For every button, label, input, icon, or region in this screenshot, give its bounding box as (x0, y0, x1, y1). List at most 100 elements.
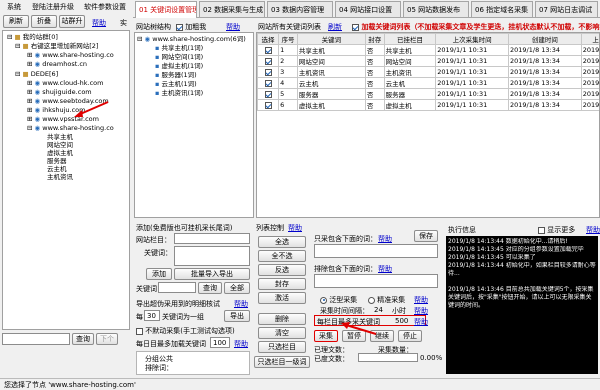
mode-exact-radio[interactable]: 精准采集 (368, 295, 405, 305)
daily-load-input[interactable]: 100 (210, 337, 230, 348)
tree-query-button[interactable]: 查询 (72, 333, 94, 345)
kw-tree-item[interactable]: ▪ 服务器(1词) (155, 71, 197, 79)
no-repeat-checkbox[interactable]: 不默动采集(手工测试勾选项) (136, 326, 235, 336)
delete-button[interactable]: 删除 (258, 313, 306, 325)
tree-site-selected[interactable]: ⊟ ◉ www.share-hosting.co (27, 124, 114, 132)
row-checkbox[interactable] (265, 69, 272, 76)
tree-site[interactable]: ⊞ ◉ dreamhost.cn (27, 60, 87, 68)
select-column-level1-button[interactable]: 只选栏目一级词 (254, 356, 310, 368)
kw-tree-item[interactable]: ▪ 虚拟主机(1词) (155, 62, 203, 70)
col-index[interactable]: 序号 (279, 34, 298, 45)
refresh-button[interactable]: 刷新 (3, 15, 29, 28)
tree-column[interactable]: 服务器 (47, 157, 67, 165)
invert-select-button[interactable]: 反选 (258, 264, 306, 276)
tree-site[interactable]: ⊞ ◉ www.share-hosting.co (27, 51, 114, 59)
tree-column[interactable]: 共享主机 (47, 133, 73, 141)
keyword-search-input[interactable] (158, 282, 196, 293)
kw-refresh-link[interactable]: 刷新 (328, 22, 342, 32)
row-checkbox[interactable] (265, 102, 272, 109)
tree-next-button[interactable]: 下个 (96, 333, 118, 345)
include-help-link[interactable]: 帮助 (378, 234, 392, 244)
left-help-link[interactable]: 帮助 (92, 18, 106, 28)
daily-collect-value[interactable]: 500 (395, 317, 408, 325)
col-column[interactable]: 已挂栏目 (384, 34, 436, 45)
all-button[interactable]: 全部 (224, 282, 250, 294)
add-button[interactable]: 添加 (146, 268, 172, 280)
table-row[interactable]: 6虚拟主机否虚拟主机2019/1/1 10:312019/1/8 13:3420… (258, 100, 600, 111)
tab-content[interactable]: 03 数据内容管理 (267, 1, 333, 17)
kw-tree-item[interactable]: ▪ 共享主机(1词) (155, 44, 203, 52)
mode-help-link[interactable]: 帮助 (414, 295, 428, 305)
daily-help-link[interactable]: 帮助 (234, 339, 248, 349)
row-checkbox[interactable] (265, 80, 272, 87)
activate-button[interactable]: 激活 (258, 292, 306, 304)
tree-site[interactable]: ⊞ ◉ www.cloud-hk.com (27, 79, 103, 87)
mode-pan-radio[interactable]: 泛型采集 (320, 295, 357, 305)
col-last[interactable]: 上次 (581, 34, 600, 45)
tab-interface[interactable]: 04 网站接口设置 (335, 1, 401, 17)
select-all-button[interactable]: 全选 (258, 236, 306, 248)
include-input[interactable] (314, 244, 438, 258)
column-input[interactable] (174, 233, 250, 244)
menu-item-settings[interactable]: 软件参数设置 (84, 2, 126, 12)
col-created[interactable]: 创建时间 (509, 34, 582, 45)
menu-item-system[interactable]: 系统 (7, 2, 21, 12)
info-help-link[interactable]: 帮助 (586, 225, 600, 235)
clear-button[interactable]: 清空 (258, 327, 306, 339)
select-none-button[interactable]: 全不选 (258, 250, 306, 262)
tree-group-2[interactable]: ⊟ ■ DEDE[6] (15, 70, 58, 78)
kw-tree-item[interactable]: ▪ 云主机(1词) (155, 80, 197, 88)
table-row[interactable]: 5服务器否服务器2019/1/1 10:312019/1/8 13:342019 (258, 89, 600, 100)
tab-log[interactable]: 07 网站日志调试 (535, 1, 598, 17)
table-row[interactable]: 1共享主机否共享主机2019/1/1 10:312019/1/8 13:3420… (258, 45, 600, 56)
select-column-button[interactable]: 只选栏目 (258, 341, 306, 353)
batch-import-button[interactable]: 批量导入导出 (174, 268, 250, 280)
per-value-input[interactable]: 30 (144, 310, 160, 321)
collect-button[interactable]: 采集 (314, 330, 338, 342)
row-checkbox[interactable] (265, 58, 272, 65)
list-control-help-link[interactable]: 帮助 (288, 223, 302, 233)
col-keyword[interactable]: 关键词 (297, 34, 365, 45)
col-select[interactable]: 选择 (258, 34, 279, 45)
tree-group-1[interactable]: ⊟ ■ 右键这里增加新网站[2] (15, 42, 98, 50)
row-checkbox[interactable] (265, 47, 272, 54)
kw-tree-item[interactable]: ▪ 网站空间(1词) (155, 53, 203, 61)
table-row[interactable]: 2网站空间否网站空间2019/1/1 10:312019/1/8 13:3420… (258, 56, 600, 67)
menu-item-login[interactable]: 登陆注册升级 (32, 2, 74, 12)
archive-button[interactable]: 封存 (258, 278, 306, 290)
save-button[interactable]: 保存 (414, 230, 438, 242)
export-help-link[interactable]: 帮助 (234, 299, 248, 309)
tree-column[interactable]: 主机资讯 (47, 173, 73, 181)
tab-publish[interactable]: 05 网站数据发布 (403, 1, 469, 17)
tab-domain[interactable]: 06 指定域名采集 (471, 1, 533, 17)
kw-tree-help-link[interactable]: 帮助 (226, 22, 240, 32)
tree-root[interactable]: ⊟ ■ 我的站群[0] (7, 33, 58, 41)
tree-column[interactable]: 网站空间 (47, 141, 73, 149)
tab-collect[interactable]: 02 数据采集与生成 (199, 1, 265, 17)
stop-button[interactable]: 停止 (398, 330, 422, 342)
show-more-checkbox[interactable]: 显示更多 (538, 225, 575, 235)
tab-keywords[interactable]: 01 关键词设置管理 (135, 1, 197, 18)
exclude-help-link[interactable]: 帮助 (378, 264, 392, 274)
collapse-button[interactable]: 折叠 (31, 15, 57, 28)
sites-button[interactable]: 站群升 (59, 15, 85, 28)
keyword-textarea[interactable] (174, 246, 250, 266)
row-checkbox[interactable] (265, 91, 272, 98)
daily-collect-help-link[interactable]: 帮助 (414, 317, 428, 327)
tree-column[interactable]: 虚拟主机 (47, 149, 73, 157)
tree-column[interactable]: 云主机 (47, 165, 67, 173)
bold-checkbox[interactable]: 加粗我 (176, 22, 206, 32)
kw-tree-site[interactable]: ⊟ ◉ www.share-hosting.com(6词) (137, 35, 246, 43)
export-button[interactable]: 导出 (224, 310, 250, 322)
kw-tree-item[interactable]: ▪ 主机资讯(1词) (155, 89, 203, 97)
col-last-collect[interactable]: 上次采集时间 (436, 34, 509, 45)
interval-value[interactable]: 24 (374, 306, 383, 314)
col-archived[interactable]: 封存 (365, 34, 384, 45)
table-row[interactable]: 3主机资讯否主机资讯2019/1/1 10:312019/1/8 13:3420… (258, 67, 600, 78)
exclude-input[interactable] (314, 274, 438, 288)
tree-site[interactable]: ⊞ ◉ shujiguide.com (27, 88, 92, 96)
tree-search-input[interactable] (2, 333, 70, 345)
table-row[interactable]: 4云主机否云主机2019/1/1 10:312019/1/8 13:342019 (258, 78, 600, 89)
load-checkbox[interactable]: 加载关键词列表（不加载采集文章及学生更迭，挂机状态默认不加载，不影响实际使用） (352, 22, 600, 32)
query-button[interactable]: 查询 (198, 282, 222, 294)
